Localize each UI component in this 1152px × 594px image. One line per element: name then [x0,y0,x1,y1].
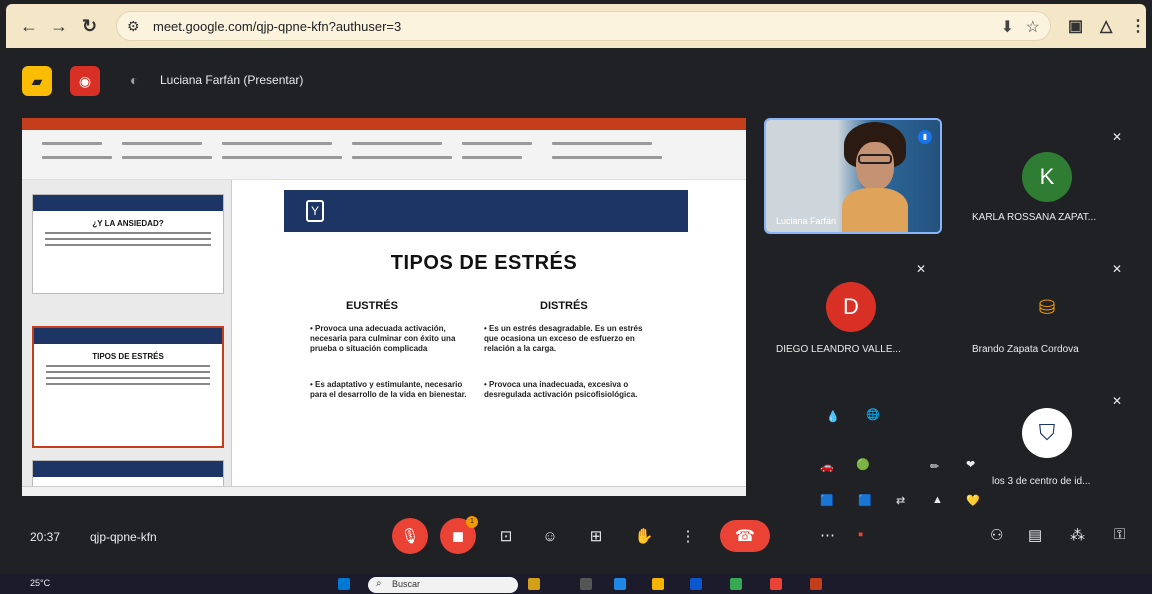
reload-icon[interactable]: ↻ [82,16,97,37]
reaction-emoji-icon: 💧 [826,411,840,423]
slide-thumbnail-selected[interactable]: TIPOS DE ESTRÉS [32,326,224,448]
mic-off-icon: ✕ [916,262,927,276]
mic-off-icon: ✕ [1112,394,1123,408]
folder-icon[interactable] [652,578,664,590]
address-bar[interactable]: ⚙ meet.google.com/qjp-qpne-kfn?authuser=… [116,11,1051,41]
participant-tile-presenter[interactable]: ▮ Luciana Farfán [764,118,942,234]
chat-icon[interactable]: ▤ [1028,526,1042,544]
present-button[interactable]: ⊞ [578,518,614,554]
activities-icon[interactable]: ⁂ [1070,526,1085,544]
shared-screen: ¿Y LA ANSIEDAD? TIPOS DE ESTRÉS Y TIPOS … [22,118,746,496]
tray-icon[interactable]: ⋯ [820,526,835,544]
download-icon[interactable]: ⬇ [1001,17,1014,37]
thumbnail-title: TIPOS DE ESTRÉS [92,352,164,361]
profile-icon[interactable]: △ [1100,16,1112,36]
recording-icon[interactable]: ◉ [70,66,100,96]
search-icon: ⌕ [376,578,382,589]
reaction-emoji-icon: ❤ [966,459,976,471]
url-text: meet.google.com/qjp-qpne-kfn?authuser=3 [153,19,402,34]
participant-avatar[interactable]: D [826,282,876,332]
notification-badge: 1 [466,516,478,528]
mic-off-icon: ✕ [1112,130,1123,144]
mic-off-button[interactable]: 🎙 [392,518,428,554]
slide-title: TIPOS DE ESTRÉS [390,252,578,274]
meet-top-bar: ▰ ◉ ◐ Luciana Farfán (Presentar) [0,60,1152,104]
powerpoint-ribbon [22,130,746,180]
more-options-button[interactable]: ⋮ [670,518,706,554]
distres-bullet: • Es un estrés desagradable. Es un estré… [484,324,643,353]
speaking-indicator-icon: ▮ [918,130,932,144]
participant-name: KARLA ROSSANA ZAPAT... [972,212,1097,223]
bookmark-star-icon[interactable]: ☆ [1026,17,1040,37]
eustres-bullet: • Es adaptativo y estimulante, necesario… [310,380,467,399]
presenter-avatar-icon: ◐ [130,72,139,88]
distres-heading: DISTRÉS [540,300,588,312]
slide-header-band: Y [284,190,688,232]
start-icon[interactable] [338,578,350,590]
slide-canvas: Y TIPOS DE ESTRÉS EUSTRÉS DISTRÉS • Prov… [278,184,690,424]
forward-icon[interactable]: → [50,16,68,37]
participant-name: Luciana Farfán [776,216,837,226]
app-icon[interactable] [528,578,540,590]
university-logo-icon: Y [306,200,324,222]
app-icon[interactable] [614,578,626,590]
app-icon[interactable] [690,578,702,590]
leave-call-button[interactable]: ☎ [720,520,770,552]
mic-off-icon: ✕ [1112,262,1123,276]
powerpoint-icon[interactable] [810,578,822,590]
powerpoint-title-bar [22,118,746,130]
windows-taskbar: 25°C ⌕ Buscar [0,574,1152,594]
meeting-clock: 20:37 [30,530,61,544]
eustres-heading: EUSTRÉS [346,300,398,312]
captions-button[interactable]: ⊡ [488,518,524,554]
reaction-emoji-icon: 💛 [966,495,980,507]
weather-widget[interactable]: 25°C [30,578,50,588]
participant-avatar[interactable]: K [1022,152,1072,202]
reaction-emoji-icon: 🚗 [820,461,834,473]
browser-toolbar: ← → ↻ ⚙ meet.google.com/qjp-qpne-kfn?aut… [6,4,1146,48]
raise-hand-button[interactable]: ✋ [626,518,662,554]
emoji-button[interactable]: ☺ [532,518,568,554]
distres-bullet: • Provoca una inadecuada, excesiva o des… [484,380,638,399]
reaction-emoji-icon: ⇄ [896,495,906,507]
app-icon[interactable] [770,578,782,590]
powerpoint-status-bar [22,486,746,496]
participant-name: los 3 de centro de id... [992,476,1091,487]
reaction-emoji-icon: 🌐 [866,409,880,421]
extensions-icon[interactable]: ▣ [1068,16,1083,36]
meeting-code: qjp-qpne-kfn [90,530,157,544]
presenter-label: Luciana Farfán (Presentar) [160,73,304,87]
reaction-emoji-icon: ✏ [930,461,940,473]
host-controls-icon[interactable]: ⚿ [1114,526,1125,543]
taskbar-search[interactable]: ⌕ Buscar [368,577,518,593]
menu-dots-icon[interactable]: ⋮ [1130,16,1146,36]
participant-name: Brando Zapata Cordova [972,344,1079,355]
back-icon[interactable]: ← [20,16,38,37]
people-icon[interactable]: ⚇ [990,526,1003,544]
thumbnail-title: ¿Y LA ANSIEDAD? [92,219,164,228]
participant-avatar-icon[interactable]: ⛉ [1022,408,1072,458]
eustres-bullet: • Provoca una adecuada activación, neces… [310,324,456,353]
participant-avatar-icon[interactable]: ⛁ [1022,282,1072,332]
tray-icon[interactable]: ▪ [858,526,863,543]
slide-thumbnails-pane[interactable]: ¿Y LA ANSIEDAD? TIPOS DE ESTRÉS [22,180,232,490]
stop-presenting-icon[interactable]: ▰ [22,66,52,96]
reaction-emoji-icon: ▲ [932,494,943,506]
chrome-icon[interactable] [730,578,742,590]
reaction-emoji-icon: 🟦 [858,495,872,507]
site-settings-icon[interactable]: ⚙ [127,18,140,35]
app-icon[interactable] [580,578,592,590]
participant-name: DIEGO LEANDRO VALLE... [776,344,901,355]
search-placeholder: Buscar [392,579,421,589]
slide-thumbnail[interactable]: ¿Y LA ANSIEDAD? [32,194,224,294]
reaction-emoji-icon: 🟦 [820,495,834,507]
reaction-emoji-icon: 🟢 [856,459,870,471]
